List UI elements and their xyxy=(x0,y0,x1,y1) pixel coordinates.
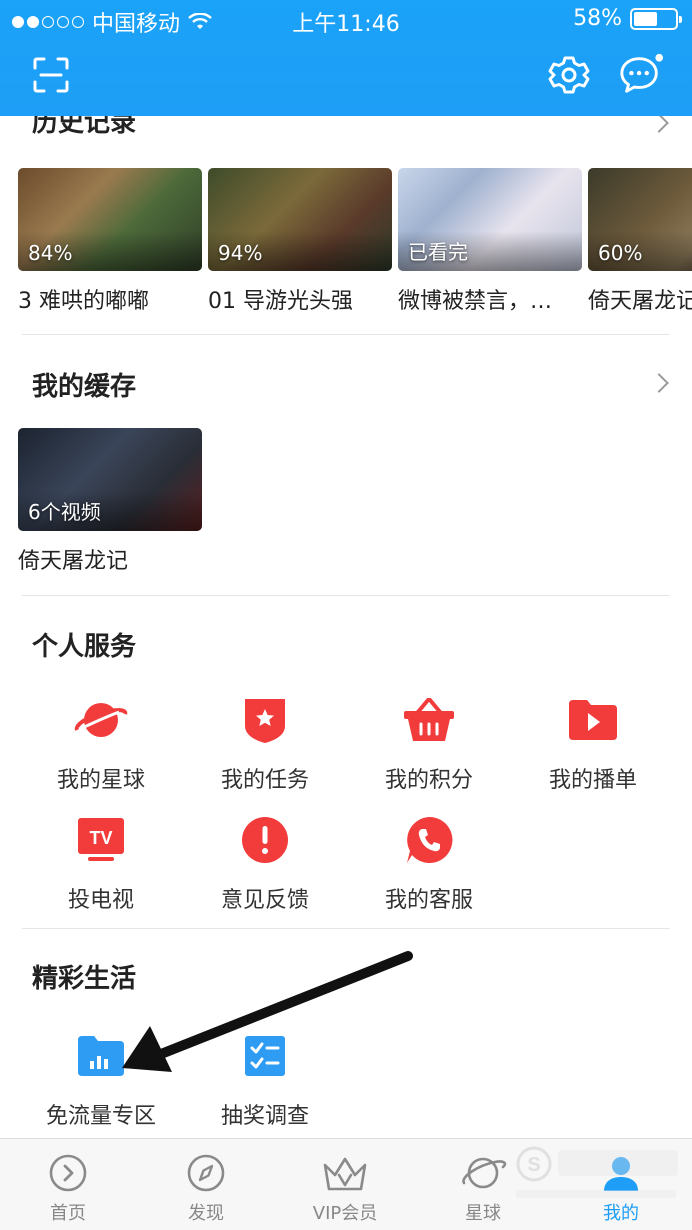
service-label: 我的星球 xyxy=(56,768,145,793)
svg-text:TV: TV xyxy=(89,828,112,848)
watch-progress: 84% xyxy=(28,241,73,265)
video-thumbnail[interactable]: 6个视频 xyxy=(18,428,202,531)
tab-label: 星球 xyxy=(465,1203,501,1224)
video-title: 微博被禁言，… xyxy=(398,289,553,314)
video-thumbnail[interactable]: 60% xyxy=(588,168,692,271)
profile-content[interactable]: 历史记录 84% 3 难哄的嘟嘟 94% 01 导游光头强 已看完 微博被禁言，… xyxy=(0,116,692,1138)
video-count: 6个视频 xyxy=(28,500,101,524)
status-bar: 中国移动 上午11:46 58% xyxy=(0,0,692,40)
tab-label: 发现 xyxy=(188,1203,224,1224)
history-card[interactable]: 60% 倚天屠龙记 xyxy=(588,168,692,315)
history-card[interactable]: 已看完 微博被禁言，… xyxy=(398,168,582,315)
video-title: 倚天屠龙记 xyxy=(588,289,692,314)
service-label: 免流量专区 xyxy=(45,1104,156,1129)
service-my-tasks[interactable]: 我的任务 xyxy=(200,690,330,794)
service-label: 抽奖调查 xyxy=(220,1104,309,1129)
life-title: 精彩生活 xyxy=(32,964,137,994)
battery-icon xyxy=(630,7,682,30)
service-my-planet[interactable]: 我的星球 xyxy=(36,690,166,794)
feedback-icon xyxy=(235,810,295,870)
service-free-data-zone[interactable]: 免流量专区 xyxy=(36,1026,166,1130)
divider xyxy=(22,334,670,335)
battery-group: 58% xyxy=(573,6,682,31)
video-title: 01 导游光头强 xyxy=(208,289,353,314)
history-list[interactable]: 84% 3 难哄的嘟嘟 94% 01 导游光头强 已看完 微博被禁言，… 60%… xyxy=(18,168,692,314)
service-label: 我的积分 xyxy=(384,768,473,793)
watch-progress: 60% xyxy=(598,241,643,265)
service-feedback[interactable]: 意见反馈 xyxy=(200,810,330,914)
message-icon xyxy=(620,53,664,93)
settings-button[interactable] xyxy=(546,52,592,98)
home-play-icon xyxy=(49,1154,87,1192)
tab-label: 首页 xyxy=(50,1203,86,1224)
tab-label: VIP会员 xyxy=(312,1203,378,1224)
crown-icon xyxy=(323,1157,367,1191)
task-icon xyxy=(235,690,295,750)
service-label: 我的播单 xyxy=(548,768,637,793)
service-customer-support[interactable]: 我的客服 xyxy=(364,810,494,914)
svg-text:S: S xyxy=(527,1154,540,1176)
video-thumbnail[interactable]: 已看完 xyxy=(398,168,582,271)
watch-progress: 94% xyxy=(218,241,263,265)
planet-icon xyxy=(462,1157,507,1189)
history-card[interactable]: 94% 01 导游光头强 xyxy=(208,168,392,315)
cache-card[interactable]: 6个视频 倚天屠龙记 xyxy=(18,428,202,575)
tab-home[interactable]: 首页 xyxy=(18,1153,118,1225)
history-more-chevron-icon[interactable] xyxy=(649,116,669,133)
service-cast-tv[interactable]: TV 投电视 xyxy=(36,810,166,914)
service-label: 我的客服 xyxy=(384,888,473,913)
watch-progress: 已看完 xyxy=(408,240,468,264)
app-header: 中国移动 上午11:46 58% xyxy=(0,0,692,116)
video-thumbnail[interactable]: 94% xyxy=(208,168,392,271)
video-title: 3 难哄的嘟嘟 xyxy=(18,289,149,314)
playlist-icon xyxy=(563,690,623,750)
service-label: 投电视 xyxy=(67,888,134,913)
cache-title: 我的缓存 xyxy=(32,372,137,402)
watermark-logo: S xyxy=(516,1146,678,1198)
messages-button[interactable] xyxy=(618,52,664,98)
phone-icon xyxy=(399,810,459,870)
history-card[interactable]: 84% 3 难哄的嘟嘟 xyxy=(18,168,202,315)
tab-vip[interactable]: VIP会员 xyxy=(295,1153,395,1225)
tv-icon: TV xyxy=(71,810,131,870)
scan-icon xyxy=(33,57,69,93)
video-title: 倚天屠龙记 xyxy=(18,549,129,574)
gear-icon xyxy=(548,56,590,94)
service-my-points[interactable]: 我的积分 xyxy=(364,690,494,794)
personal-services-title: 个人服务 xyxy=(32,632,137,662)
unread-dot xyxy=(655,53,664,62)
compass-icon xyxy=(187,1154,225,1192)
divider xyxy=(22,595,670,596)
scan-button[interactable] xyxy=(28,52,74,98)
service-label: 我的任务 xyxy=(220,768,309,793)
service-label: 意见反馈 xyxy=(220,888,309,913)
service-lottery-survey[interactable]: 抽奖调查 xyxy=(200,1026,330,1130)
planet-icon xyxy=(71,690,131,750)
checklist-icon xyxy=(235,1026,295,1086)
cache-more-chevron-icon[interactable] xyxy=(649,373,669,393)
battery-percent: 58% xyxy=(573,6,622,31)
data-folder-icon xyxy=(71,1026,131,1086)
tab-discover[interactable]: 发现 xyxy=(156,1153,256,1225)
divider xyxy=(22,928,670,929)
video-thumbnail[interactable]: 84% xyxy=(18,168,202,271)
service-my-playlist[interactable]: 我的播单 xyxy=(528,690,658,794)
history-title: 历史记录 xyxy=(32,116,137,138)
basket-icon xyxy=(399,690,459,750)
